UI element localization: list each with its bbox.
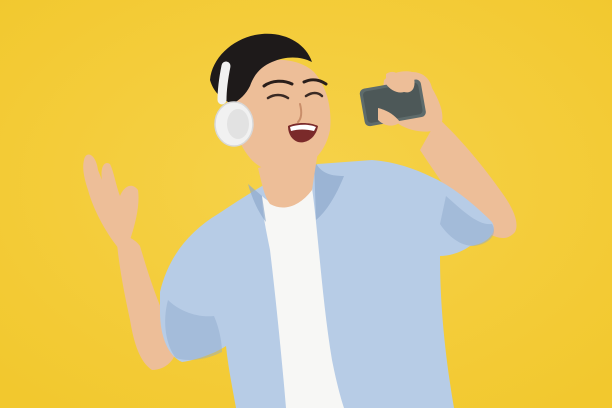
photo (0, 0, 612, 408)
headphone-band (217, 61, 231, 105)
headphone-earcup-inner (227, 109, 249, 139)
photo-scene (0, 0, 612, 408)
